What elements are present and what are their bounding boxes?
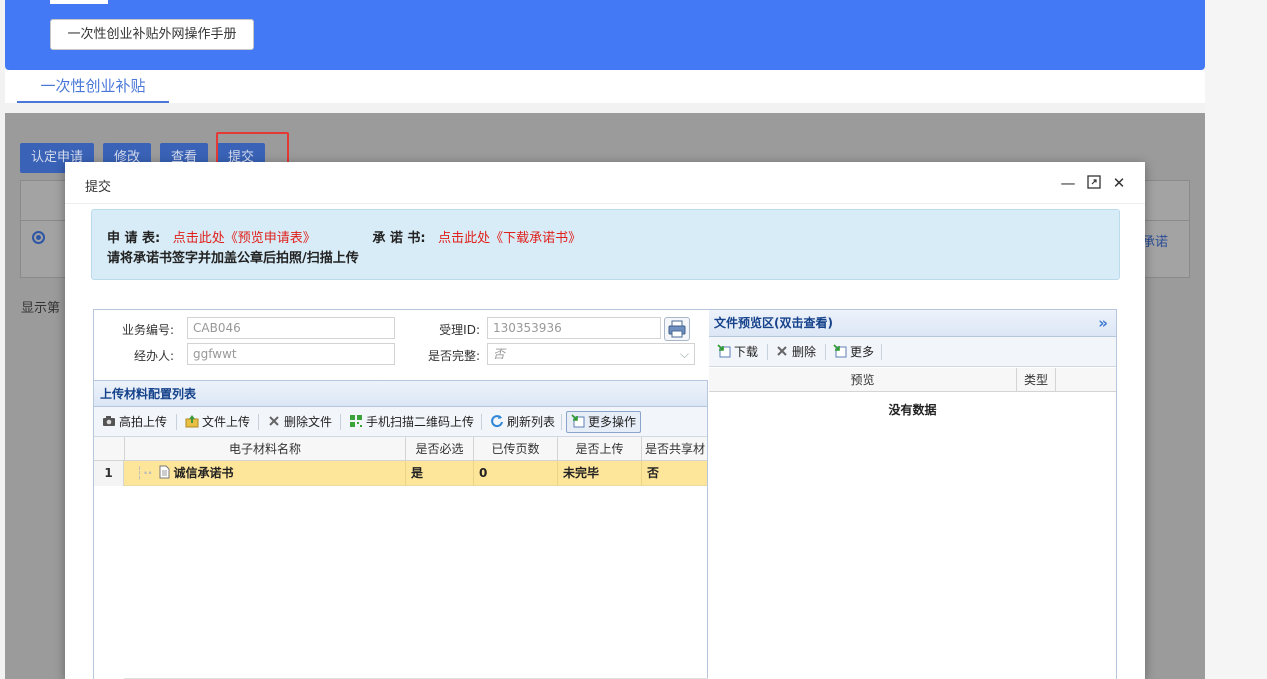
toolbar-separator bbox=[767, 344, 768, 360]
commitment-label: 承 诺 书: bbox=[372, 231, 426, 246]
delete-icon bbox=[777, 346, 787, 356]
print-button[interactable] bbox=[664, 317, 690, 341]
col-preview[interactable]: 预览 bbox=[709, 368, 1016, 392]
camera-upload-button[interactable]: 高拍上传 bbox=[100, 411, 167, 433]
complete-label: 是否完整: bbox=[427, 349, 480, 363]
toolbar-separator bbox=[258, 414, 259, 430]
refresh-list-label: 刷新列表 bbox=[507, 415, 556, 429]
file-upload-label: 文件上传 bbox=[202, 415, 251, 429]
qr-upload-label: 手机扫描二维码上传 bbox=[366, 415, 475, 429]
col-required[interactable]: 是否必选 bbox=[405, 437, 473, 461]
background-row-text: 承诺 bbox=[1142, 235, 1169, 250]
toolbar-separator bbox=[825, 344, 826, 360]
notice-instruction: 请将承诺书签字并加盖公章后拍照/扫描上传 bbox=[107, 251, 359, 266]
qr-code-icon bbox=[350, 415, 362, 427]
application-label: 申 请 表: bbox=[107, 231, 161, 246]
col-type[interactable]: 类型 bbox=[1016, 368, 1056, 392]
preview-panel-title: 文件预览区(双击查看) » bbox=[709, 310, 1116, 337]
workspace: 业务编号: CAB046 受理ID: 130353936 经办人: ggfwwt… bbox=[93, 309, 1117, 679]
business-no-input[interactable]: CAB046 bbox=[187, 317, 395, 339]
delete-file-label: 删除文件 bbox=[284, 415, 333, 429]
preview-toolbar: 下载 删除 更多 bbox=[709, 337, 1116, 367]
more-icon bbox=[571, 414, 585, 428]
qr-upload-button[interactable]: 手机扫描二维码上传 bbox=[347, 411, 474, 433]
accept-id-label: 受理ID: bbox=[439, 323, 480, 337]
preview-title-text: 文件预览区(双击查看) bbox=[714, 316, 833, 330]
material-name-cell: ┆·· 诚信承诺书 bbox=[124, 461, 405, 486]
required-cell: 是 bbox=[405, 461, 473, 486]
tree-line: ┆·· bbox=[136, 466, 153, 480]
document-icon bbox=[159, 465, 170, 479]
delete-file-button[interactable]: 删除文件 bbox=[265, 411, 332, 433]
toolbar-separator bbox=[340, 414, 341, 430]
download-icon bbox=[717, 344, 731, 358]
col-pages[interactable]: 已传页数 bbox=[473, 437, 557, 461]
refresh-icon bbox=[491, 415, 503, 428]
dialog-header: 提交 — ✕ bbox=[65, 162, 1145, 204]
table-row[interactable]: 1 ┆·· 诚信承诺书 是 0 未完毕 否 bbox=[94, 461, 707, 486]
upload-list-title: 上传材料配置列表 bbox=[94, 380, 707, 407]
delete-icon bbox=[269, 416, 279, 426]
download-commitment-link[interactable]: 点击此处《下载承诺书》 bbox=[438, 231, 581, 246]
pagination-text: 显示第 bbox=[21, 301, 61, 316]
business-no-label: 业务编号: bbox=[121, 323, 174, 337]
uploaded-cell: 未完毕 bbox=[557, 461, 641, 486]
more-icon bbox=[833, 344, 847, 358]
dialog-title: 提交 bbox=[85, 180, 112, 195]
refresh-list-button[interactable]: 刷新列表 bbox=[488, 411, 555, 433]
more-actions-button[interactable]: 更多操作 bbox=[566, 411, 642, 433]
empty-message: 没有数据 bbox=[888, 403, 937, 417]
material-name: 诚信承诺书 bbox=[173, 466, 234, 480]
toolbar-separator bbox=[176, 414, 177, 430]
col-material-name[interactable]: 电子材料名称 bbox=[124, 437, 405, 461]
toolbar-separator bbox=[561, 414, 562, 430]
handler-label: 经办人: bbox=[133, 349, 174, 363]
row-number: 1 bbox=[94, 461, 124, 486]
expand-icon[interactable]: » bbox=[1098, 310, 1108, 336]
complete-value: 否 bbox=[493, 347, 506, 361]
file-upload-button[interactable]: 文件上传 bbox=[183, 411, 250, 433]
upload-panel: 业务编号: CAB046 受理ID: 130353936 经办人: ggfwwt… bbox=[94, 310, 708, 679]
row-radio[interactable] bbox=[32, 231, 45, 244]
toolbar-separator bbox=[881, 344, 882, 360]
preview-more-button[interactable]: 更多 bbox=[831, 341, 874, 363]
col-shared[interactable]: 是否共享材 bbox=[641, 437, 708, 461]
camera-upload-label: 高拍上传 bbox=[119, 415, 168, 429]
top-banner: 一次性创业补贴外网操作手册 bbox=[5, 0, 1205, 70]
right-margin bbox=[1205, 0, 1267, 679]
upload-grid-header: 电子材料名称 是否必选 已传页数 是否上传 是否共享材 bbox=[94, 437, 707, 461]
shared-cell: 否 bbox=[641, 461, 708, 486]
business-form: 业务编号: CAB046 受理ID: 130353936 经办人: ggfwwt… bbox=[94, 310, 708, 380]
minimize-icon[interactable]: — bbox=[1060, 175, 1076, 191]
handler-input[interactable]: ggfwwt bbox=[187, 343, 395, 365]
accept-id-input[interactable]: 130353936 bbox=[487, 317, 661, 339]
close-icon[interactable]: ✕ bbox=[1111, 175, 1127, 191]
notice-row-1: 申 请 表: 点击此处《预览申请表》 承 诺 书: 点击此处《下载承诺书》 bbox=[107, 227, 581, 246]
file-upload-icon bbox=[185, 415, 199, 428]
download-label: 下载 bbox=[734, 345, 759, 359]
banner-tab-stub bbox=[50, 0, 108, 4]
printer-icon bbox=[668, 320, 686, 338]
more-actions-label: 更多操作 bbox=[588, 415, 637, 429]
camera-icon bbox=[103, 416, 115, 426]
pages-cell: 0 bbox=[473, 461, 557, 486]
maximize-icon[interactable] bbox=[1086, 175, 1102, 191]
tab-bar: 一次性创业补贴 bbox=[5, 70, 1205, 103]
preview-delete-button[interactable]: 删除 bbox=[773, 341, 816, 363]
download-button[interactable]: 下载 bbox=[715, 341, 758, 363]
col-uploaded[interactable]: 是否上传 bbox=[557, 437, 641, 461]
tab-one-time-subsidy[interactable]: 一次性创业补贴 bbox=[17, 70, 169, 103]
chevron-down-icon: ⌵ bbox=[679, 347, 689, 361]
toolbar-separator bbox=[481, 414, 482, 430]
preview-more-label: 更多 bbox=[850, 345, 875, 359]
notice-box: 申 请 表: 点击此处《预览申请表》 承 诺 书: 点击此处《下载承诺书》 请将… bbox=[91, 209, 1120, 280]
preview-application-link[interactable]: 点击此处《预览申请表》 bbox=[173, 231, 316, 246]
submit-dialog: 提交 — ✕ 申 请 表: 点击此处《预览申请表》 承 诺 书: 点击此处《下载… bbox=[65, 162, 1145, 679]
complete-select[interactable]: 否 ⌵ bbox=[487, 343, 695, 365]
preview-delete-label: 删除 bbox=[792, 345, 817, 359]
preview-grid-header: 预览 类型 bbox=[709, 368, 1116, 392]
operation-manual-button[interactable]: 一次性创业补贴外网操作手册 bbox=[50, 19, 254, 50]
preview-panel: 文件预览区(双击查看) » 下载 删除 更多 预览 类型 没有数据 bbox=[709, 310, 1116, 679]
upload-toolbar: 高拍上传 文件上传 删除文件 手机扫描二维码上传 刷新列表 更多操作 bbox=[94, 407, 707, 437]
